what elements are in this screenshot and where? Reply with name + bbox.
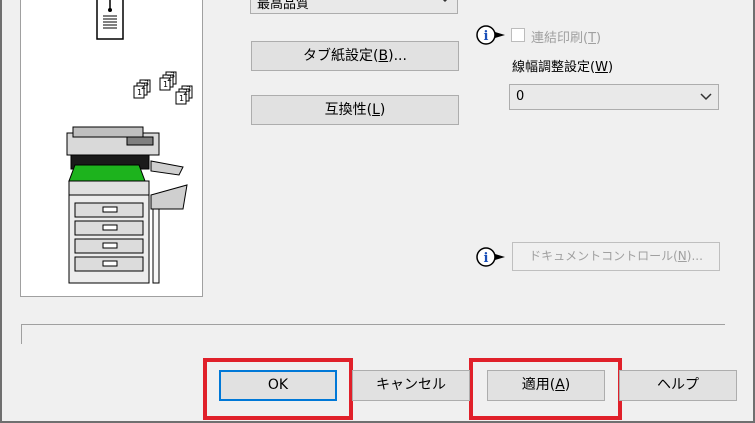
info-icon[interactable]: i (476, 246, 506, 268)
tab-paper-suffix: )... (388, 48, 407, 64)
compatibility-accesskey: L (372, 102, 380, 118)
apply-button[interactable]: 適用(A) (487, 370, 605, 401)
preview-illustration: 123 123 123 (66, 0, 193, 284)
document-icon (96, 0, 124, 40)
window-frame-left (0, 0, 2, 423)
linked-print-label: 連結印刷(T) (531, 27, 601, 46)
tab-paper-label: タブ紙設定( (303, 48, 379, 64)
print-preview-panel: 123 123 123 (20, 0, 203, 297)
line-width-accesskey: W (595, 60, 608, 75)
printer-illustration (66, 126, 188, 284)
document-control-suffix: )... (686, 249, 703, 263)
svg-text:i: i (484, 251, 489, 266)
compatibility-button[interactable]: 互換性(L) (251, 95, 459, 125)
chevron-down-icon (442, 0, 448, 3)
separator-tick (21, 324, 22, 344)
apply-label: 適用( (521, 377, 556, 393)
document-control-accesskey: N (677, 249, 687, 263)
info-icon[interactable]: i (476, 24, 506, 46)
svg-text:i: i (484, 29, 489, 44)
linked-print-accesskey: T (588, 31, 597, 46)
svg-text:3: 3 (144, 79, 149, 88)
apply-suffix: ) (564, 377, 571, 393)
apply-accesskey: A (555, 377, 565, 393)
tab-paper-accesskey: B (378, 48, 389, 64)
line-width-suffix: ) (607, 60, 614, 75)
document-control-button[interactable]: ドキュメントコントロール(N)... (512, 242, 720, 271)
line-width-label: 線幅調整設定(W) (512, 56, 613, 75)
sorted-copies-icon: 123 123 123 (133, 71, 193, 105)
linked-print-text: 連結印刷( (531, 31, 589, 46)
tab-paper-settings-button[interactable]: タブ紙設定(B)... (251, 41, 459, 71)
print-quality-value: 最高品質 (257, 0, 310, 12)
svg-text:3: 3 (186, 85, 191, 94)
line-width-value: 0 (516, 89, 525, 104)
cancel-button[interactable]: キャンセル (352, 370, 470, 401)
compatibility-label: 互換性( (324, 102, 373, 118)
svg-text:3: 3 (170, 71, 175, 80)
document-control-label: ドキュメントコントロール( (529, 249, 678, 263)
compatibility-suffix: ) (379, 102, 386, 118)
line-width-select[interactable]: 0 (509, 84, 719, 110)
linked-print-suffix: ) (596, 31, 602, 46)
ok-button[interactable]: OK (219, 370, 337, 401)
linked-print-checkbox[interactable] (511, 28, 525, 42)
separator-line (21, 324, 725, 325)
help-button[interactable]: ヘルプ (619, 370, 737, 401)
chevron-down-icon (700, 93, 712, 101)
print-quality-select[interactable]: 最高品質 (250, 0, 458, 14)
line-width-text: 線幅調整設定( (512, 60, 596, 75)
